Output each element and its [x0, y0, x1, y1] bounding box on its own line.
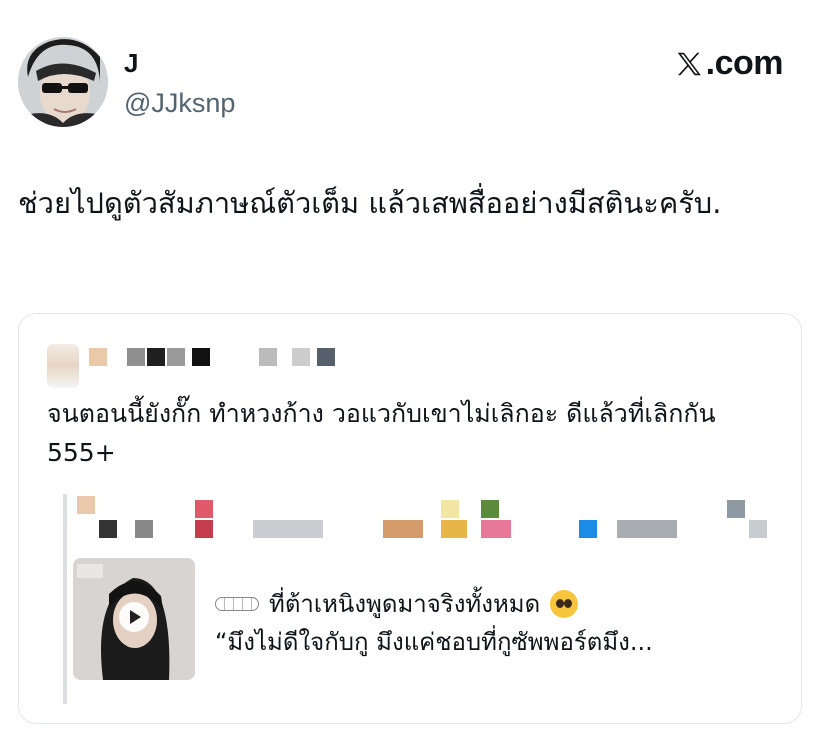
brand-watermark: .com	[674, 44, 784, 83]
pleading-face-emoji-icon	[550, 589, 579, 618]
x-logo-icon	[677, 52, 701, 75]
play-icon[interactable]	[119, 602, 149, 632]
pixelated-name-pill	[215, 596, 259, 611]
quoted-text: จนตอนนี้ยังกั๊ก ทำหวงก้าง วอแวกับเขาไม่เ…	[47, 399, 716, 467]
display-name[interactable]: J	[124, 48, 138, 79]
quoted-avatar	[47, 344, 79, 388]
nested-author-pixelated	[77, 496, 777, 546]
tweet-text: ช่วยไปดูตัวสัมภาษณ์ตัวเต็ม แล้วเสพสื่ออย…	[18, 186, 722, 220]
avatar[interactable]	[18, 37, 108, 127]
nested-line-2: “มึงไม่ดีใจกับกู มึงแค่ชอบที่กูซัพพอร์ตม…	[215, 628, 653, 656]
quoted-author-pixelated	[47, 344, 447, 388]
nested-quote-bar	[63, 494, 67, 704]
nested-line-1-text: ที่ต้าเหนิงพูดมาจริงทั้งหมด	[269, 590, 541, 618]
quoted-tweet-card[interactable]: จนตอนนี้ยังกั๊ก ทำหวงก้าง วอแวกับเขาไม่เ…	[18, 313, 802, 724]
video-thumbnail[interactable]	[73, 558, 195, 680]
user-handle[interactable]: @JJksnp	[124, 88, 235, 119]
nested-line-1: ที่ต้าเหนิงพูดมาจริงทั้งหมด	[215, 584, 579, 623]
brand-label: .com	[705, 44, 784, 82]
